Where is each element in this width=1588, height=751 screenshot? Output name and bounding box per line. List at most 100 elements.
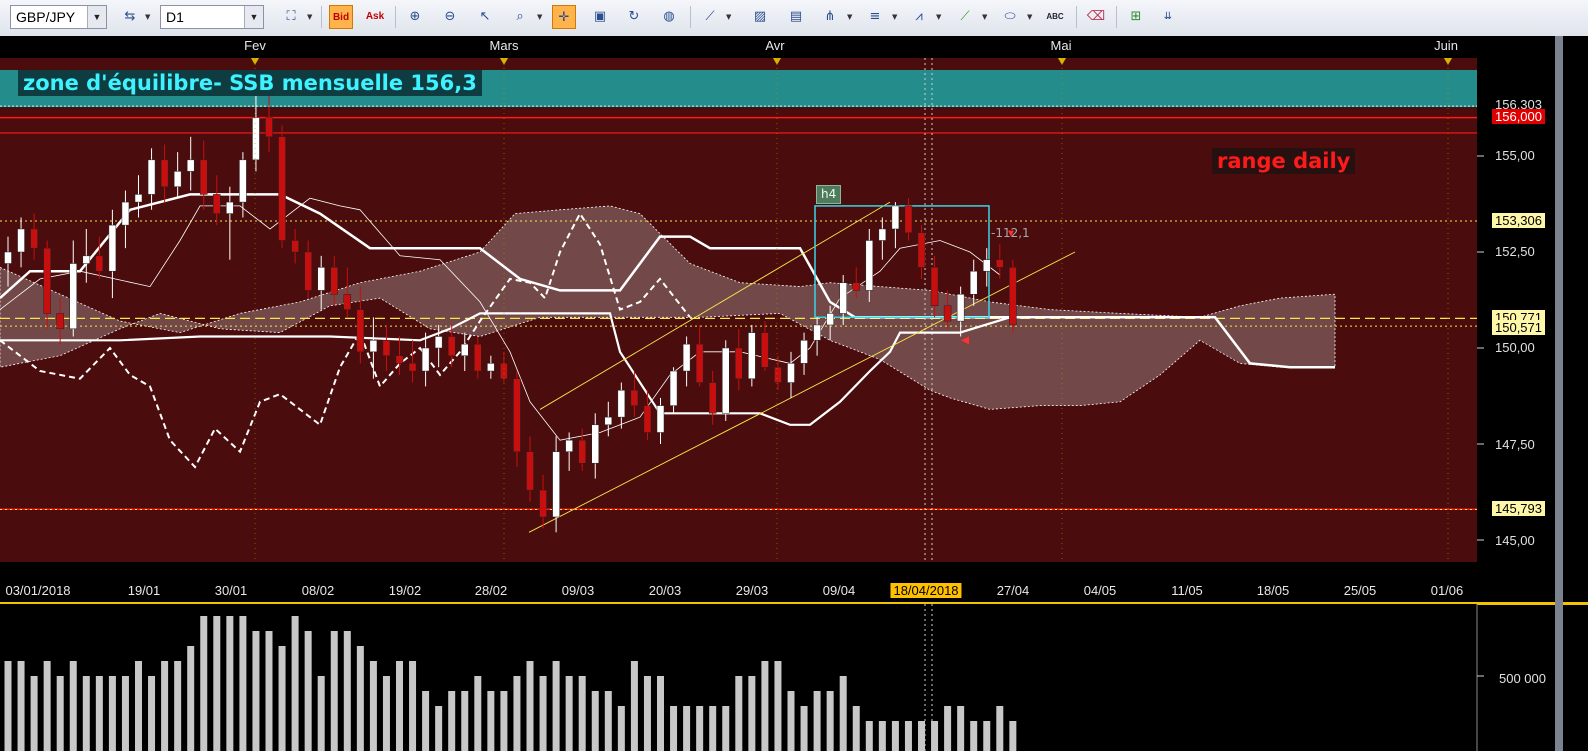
chevron-down-icon[interactable]: ▼ (847, 13, 852, 21)
symbol-select[interactable]: GBP/JPY ▼ (10, 5, 107, 29)
chevron-down-icon[interactable]: ▼ (87, 6, 106, 28)
volume-bar (852, 706, 860, 751)
candle-body (474, 343, 482, 372)
trendline-icon[interactable]: ⟋ (953, 5, 977, 29)
volume-bar (617, 706, 625, 751)
candle-body (917, 232, 926, 268)
magnifier-icon[interactable]: ⌕ (508, 5, 532, 29)
template-icon[interactable]: ▤ (784, 5, 808, 29)
candle-body (865, 240, 874, 291)
vertical-scrollbar[interactable] (1555, 36, 1563, 751)
chart-type-icon[interactable]: ⛶ (279, 5, 303, 29)
ask-button[interactable]: Ask (363, 5, 387, 29)
candle-body (839, 282, 847, 314)
date-label: 29/03 (735, 583, 769, 598)
crosshair-icon[interactable]: ✛ (552, 5, 576, 29)
chevron-down-icon[interactable]: ▼ (936, 13, 941, 21)
bid-button[interactable]: Bid (329, 5, 353, 29)
candle-body (526, 451, 534, 491)
volume-bar (931, 721, 939, 751)
timeframe-select[interactable]: D1 ▼ (160, 5, 264, 29)
zoom-in-icon[interactable]: ⊕ (403, 5, 427, 29)
volume-bar (213, 616, 221, 751)
chevron-down-icon[interactable]: ▼ (145, 13, 150, 21)
eraser-icon[interactable]: ⌫ (1084, 5, 1108, 29)
chevron-down-icon[interactable]: ▼ (892, 13, 897, 21)
candle-body (4, 251, 12, 264)
chevron-down-icon[interactable]: ▼ (244, 6, 263, 28)
date-label: 19/02 (388, 583, 422, 598)
fan-icon[interactable]: ⩘ (907, 5, 931, 29)
volume-bar (578, 676, 586, 751)
tree-icon[interactable]: ⊞ (1124, 5, 1148, 29)
candle-body (904, 205, 913, 234)
date-label: 19/01 (127, 583, 161, 598)
date-label: 04/05 (1083, 583, 1117, 598)
volume-bar (552, 661, 560, 751)
volume-bar (396, 661, 403, 751)
candle-body (213, 194, 221, 214)
volume-bar (252, 631, 260, 751)
volume-bar (82, 676, 90, 751)
volume-bar (539, 676, 547, 751)
chevron-down-icon[interactable]: ▼ (307, 13, 312, 21)
price-label: 150,571 (1492, 320, 1545, 335)
date-label: 20/03 (648, 583, 682, 598)
month-label: Avr (765, 38, 785, 53)
text-tool-icon[interactable]: ABC (1043, 5, 1067, 29)
zoom-out-icon[interactable]: ⊖ (438, 5, 462, 29)
pitchfork-icon[interactable]: ⋔ (818, 5, 842, 29)
ellipse-icon[interactable]: ⬭ (998, 5, 1022, 29)
candle-body (95, 255, 104, 272)
candle-body (121, 201, 130, 226)
volume-bar (983, 721, 991, 751)
candle-body (656, 405, 665, 433)
candle-body (343, 293, 352, 310)
volume-bar (200, 616, 208, 751)
screenshot-icon[interactable]: ▣ (588, 5, 612, 29)
date-label: 25/05 (1343, 583, 1377, 598)
candle-body (317, 267, 325, 291)
price-chart[interactable] (0, 58, 1555, 580)
connection-icon[interactable]: ⇆ (118, 5, 142, 29)
candle-body (578, 439, 586, 464)
chevron-down-icon[interactable]: ▼ (1027, 13, 1032, 21)
ruler-icon[interactable]: ⟋ (698, 5, 722, 29)
date-label: 09/03 (561, 583, 595, 598)
chevron-down-icon[interactable]: ▼ (726, 13, 731, 21)
volume-bar (944, 706, 952, 751)
candle-body (969, 270, 978, 295)
more-icon[interactable]: ⇊ (1156, 5, 1180, 29)
volume-chart[interactable] (0, 604, 1555, 751)
volume-bar (970, 721, 978, 751)
volume-bar (161, 661, 169, 751)
h4-annotation[interactable]: h4 (816, 185, 842, 204)
chevron-down-icon[interactable]: ▼ (537, 13, 542, 21)
horizontal-lines-icon[interactable]: ≡ (863, 5, 887, 29)
range-annotation[interactable]: range daily (1212, 148, 1356, 174)
candle-body (186, 159, 195, 172)
toolbar-separator (690, 6, 691, 28)
candle-body (265, 117, 273, 138)
zone-annotation[interactable]: zone d'équilibre- SSB mensuelle 156,3 (18, 70, 482, 96)
candle-body (956, 293, 965, 322)
date-label: 01/06 (1430, 583, 1464, 598)
image-icon[interactable]: ▨ (748, 5, 772, 29)
volume-bar (735, 676, 743, 751)
candle-body (604, 416, 613, 426)
volume-bar (95, 676, 103, 751)
candle-body (173, 171, 182, 187)
refresh-icon[interactable]: ↻ (622, 5, 646, 29)
candle-body (160, 159, 169, 187)
date-label-selected: 18/04/2018 (890, 583, 962, 598)
cursor-icon[interactable]: ↖ (473, 5, 497, 29)
candle-body (708, 382, 717, 414)
volume-bar (317, 676, 325, 751)
chevron-down-icon[interactable]: ▼ (982, 13, 987, 21)
candle-body (617, 389, 626, 418)
globe-icon[interactable]: ◍ (657, 5, 681, 29)
volume-bar (278, 646, 286, 751)
date-label: 18/05 (1256, 583, 1290, 598)
volume-bar (670, 706, 678, 751)
volume-bar (369, 661, 377, 751)
